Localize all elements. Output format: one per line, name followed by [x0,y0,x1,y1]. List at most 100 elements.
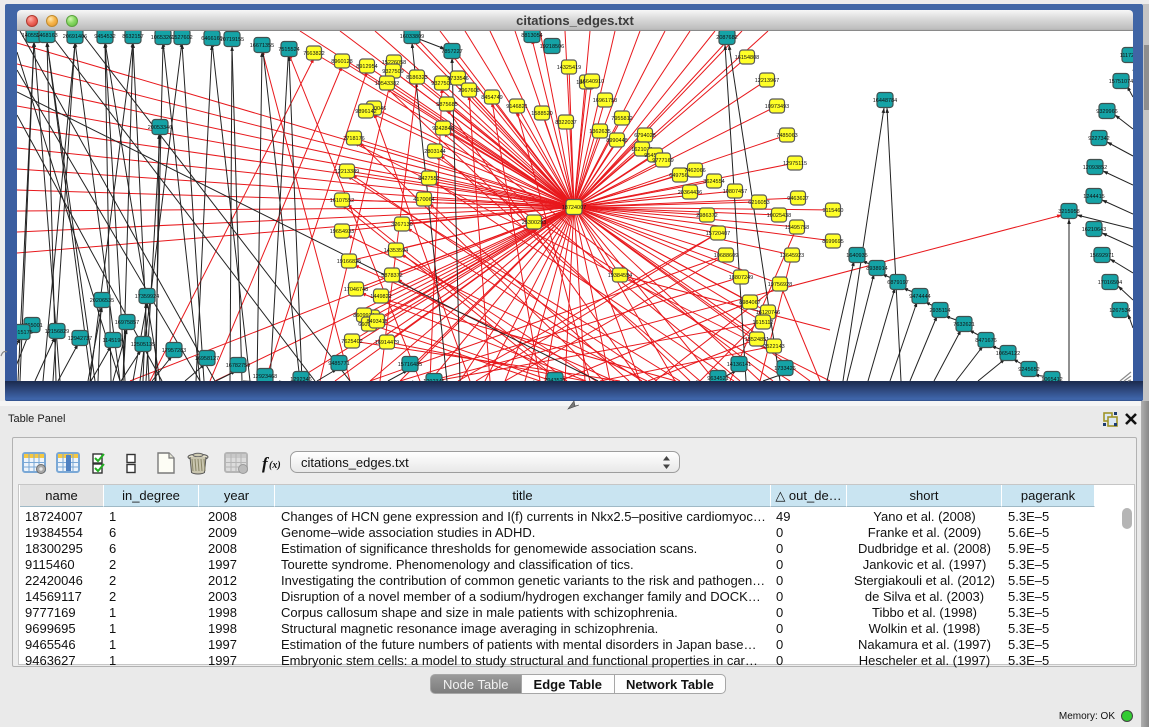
svg-text:9896142: 9896142 [355,109,376,115]
svg-text:25300293: 25300293 [522,220,546,226]
svg-text:10654122: 10654122 [996,351,1020,357]
svg-text:2803144: 2803144 [424,149,445,155]
svg-text:2935114: 2935114 [929,308,950,314]
svg-text:7663822: 7663822 [303,51,324,57]
svg-text:10973493: 10973493 [765,104,789,110]
svg-text:1449822: 1449822 [370,294,391,300]
svg-text:10543382: 10543382 [375,81,399,87]
svg-text:3215958: 3215958 [1058,209,1079,215]
svg-text:16961758: 16961758 [593,98,617,104]
svg-text:10719155: 10719155 [220,37,244,43]
svg-text:8813054: 8813054 [521,33,542,39]
svg-text:9115460: 9115460 [822,208,843,214]
svg-text:2718176: 2718176 [343,136,364,142]
svg-text:9474444: 9474444 [909,294,930,300]
svg-text:7485063: 7485063 [776,133,797,139]
svg-text:15716485: 15716485 [398,362,422,368]
svg-text:8454749: 8454749 [481,95,502,101]
svg-text:16210643: 16210643 [1082,227,1106,233]
svg-text:19384554: 19384554 [608,273,632,279]
svg-text:12213389: 12213389 [335,169,359,175]
svg-text:1244415: 1244415 [1083,194,1104,200]
svg-text:16107552: 16107552 [330,198,354,204]
svg-text:19166825: 19166825 [337,259,361,265]
svg-text:16154808: 16154808 [735,55,759,61]
svg-text:8322037: 8322037 [555,120,576,126]
svg-text:7632621: 7632621 [953,322,974,328]
svg-text:16448784: 16448784 [873,98,897,104]
svg-text:12923468: 12923468 [253,374,277,380]
svg-text:1292345: 1292345 [423,379,444,381]
svg-text:1588520: 1588520 [531,111,552,117]
svg-text:1267534: 1267534 [1109,308,1130,314]
svg-text:17957283: 17957283 [162,348,186,354]
svg-text:10807457: 10807457 [723,189,747,195]
svg-text:7955812: 7955812 [611,116,632,122]
svg-text:9454532: 9454532 [94,34,115,40]
svg-text:12942737: 12942737 [68,336,92,342]
svg-text:8912954: 8912954 [356,64,377,70]
svg-text:16914479: 16914479 [375,340,399,346]
svg-text:9242848: 9242848 [432,126,453,132]
svg-text:9634521: 9634521 [707,376,728,381]
svg-text:20053346: 20053346 [148,125,172,131]
svg-text:9463627: 9463627 [787,196,808,202]
svg-text:16958127: 16958127 [195,356,219,362]
svg-text:15751074: 15751074 [1109,79,1133,85]
svg-text:14136141: 14136141 [727,362,751,368]
svg-text:6794028: 6794028 [634,133,655,139]
svg-text:3915175: 3915175 [17,330,33,336]
svg-text:2522143: 2522143 [763,344,784,350]
svg-text:9485771: 9485771 [328,361,349,367]
svg-text:5878372: 5878372 [381,273,402,279]
svg-text:15720407: 15720407 [706,231,730,237]
svg-text:2087682: 2087682 [716,35,737,41]
svg-text:7515524: 7515524 [278,47,299,53]
svg-text:17016504: 17016504 [1098,280,1122,286]
svg-text:9146821: 9146821 [506,104,527,110]
svg-text:13524851: 13524851 [745,337,769,343]
svg-text:15692971: 15692971 [1090,253,1114,259]
svg-text:1117254: 1117254 [1120,53,1133,59]
svg-text:9733546: 9733546 [447,76,468,82]
svg-text:3267130: 3267130 [391,222,412,228]
svg-text:7625402: 7625402 [341,339,362,345]
svg-text:19654933: 19654933 [330,229,354,235]
svg-text:8699695: 8699695 [822,239,843,245]
svg-text:9245652: 9245652 [1018,367,1039,373]
svg-text:7462066: 7462066 [684,168,705,174]
svg-text:12213967: 12213967 [755,78,779,84]
svg-text:1145194: 1145194 [102,338,123,344]
svg-text:16671355: 16671355 [250,43,274,49]
svg-text:2986372: 2986372 [696,213,717,219]
svg-text:6216053: 6216053 [748,200,769,206]
svg-text:14353594: 14353594 [384,248,408,254]
svg-text:16975857: 16975857 [115,320,139,326]
svg-text:20364436: 20364436 [678,190,702,196]
svg-text:3624554: 3624554 [703,179,724,185]
svg-text:16033809: 16033809 [400,34,424,40]
svg-text:10025438: 10025438 [767,213,791,219]
svg-text:6879197: 6879197 [887,280,908,286]
svg-text:12975115: 12975115 [783,161,807,167]
svg-text:8632157: 8632157 [122,34,143,40]
svg-text:18724007: 18724007 [562,205,586,211]
svg-text:4170064: 4170064 [413,197,434,203]
svg-text:12505135: 12505135 [131,342,155,348]
svg-text:13495758: 13495758 [785,225,809,231]
svg-text:20691406: 20691406 [63,34,87,40]
svg-text:8960128: 8960128 [331,59,352,65]
svg-text:8938914: 8938914 [866,266,887,272]
svg-text:19218506: 19218506 [540,44,564,50]
svg-text:1640935: 1640935 [846,253,867,259]
svg-text:1362635: 1362635 [589,129,610,135]
svg-text:14325419: 14325419 [557,65,581,71]
svg-text:10688609: 10688609 [714,253,738,259]
svg-text:19756928: 19756928 [768,282,792,288]
svg-text:8984067: 8984067 [739,300,760,306]
svg-text:1468163: 1468163 [36,33,57,39]
svg-text:9329966: 9329966 [1096,109,1117,115]
svg-text:9227342: 9227342 [1088,136,1109,142]
svg-text:18807249: 18807249 [729,275,753,281]
svg-text:8471676: 8471676 [975,338,996,344]
